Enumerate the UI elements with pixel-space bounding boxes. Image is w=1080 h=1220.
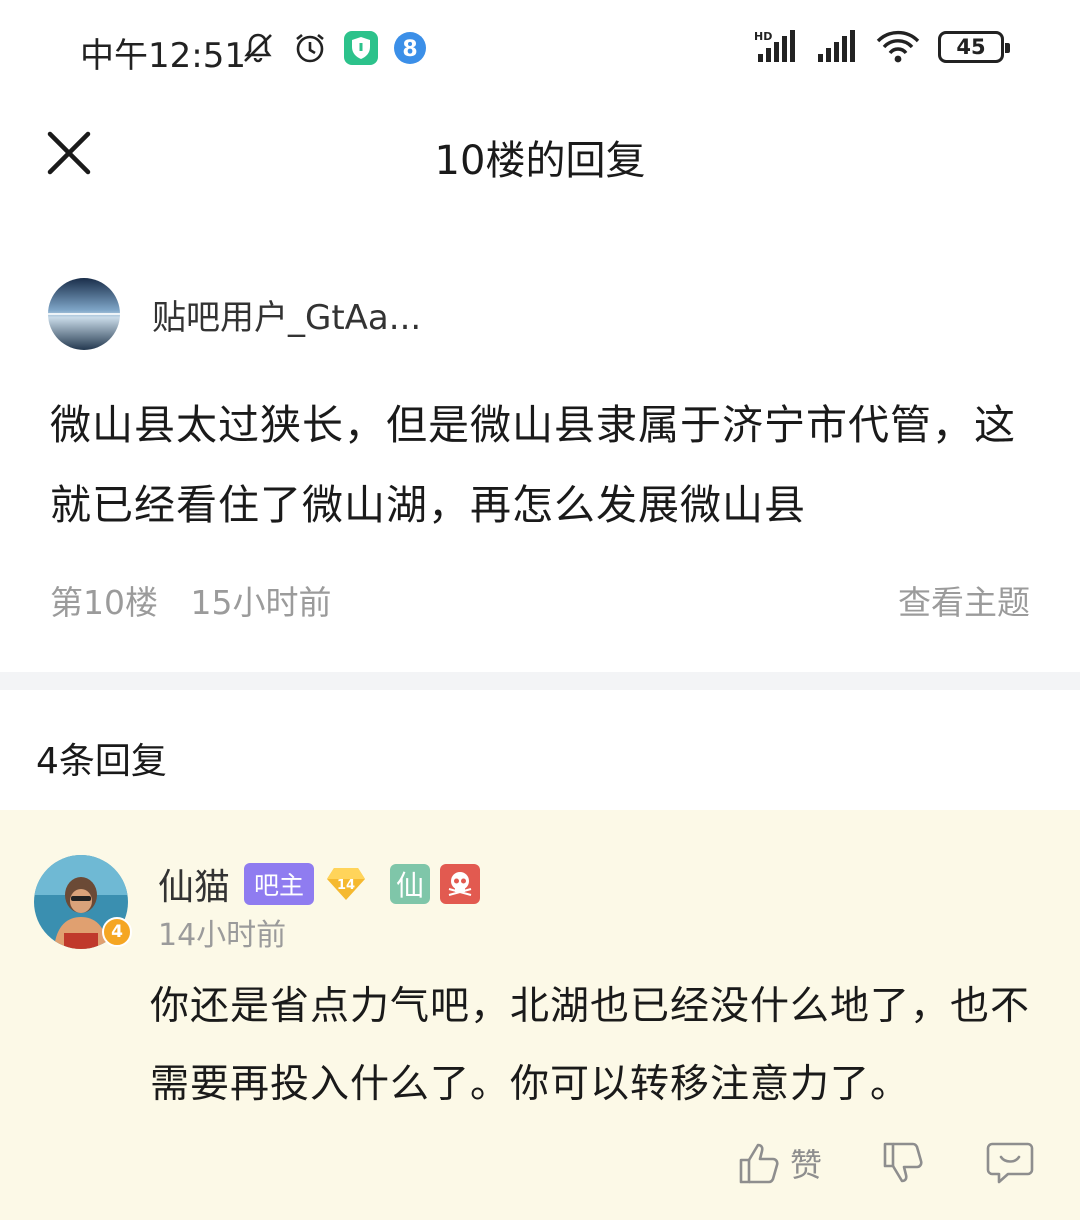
mute-bell-icon — [244, 33, 272, 63]
section-divider — [0, 672, 1080, 690]
header: 10楼的回复 — [0, 100, 1080, 210]
thumbs-up-icon — [739, 1143, 779, 1184]
post-author-name[interactable]: 贴吧用户_GtAa... — [152, 290, 421, 339]
level-diamond-icon: 14 — [327, 868, 366, 900]
wifi-icon — [876, 30, 920, 63]
forum-owner-badge: 吧主 — [244, 863, 315, 905]
status-right-group: HD 45 — [754, 30, 1010, 64]
post-time: 15小时前 — [190, 583, 332, 622]
post-author[interactable]: 贴吧用户_GtAa... — [48, 278, 421, 350]
reply-author-name[interactable]: 仙猫 — [158, 858, 230, 910]
reply-count-heading: 4条回复 — [36, 741, 167, 782]
xian-badge: 仙 — [390, 864, 431, 904]
app-notification-icon: 8 — [394, 32, 426, 64]
floor-label: 第10楼 — [50, 583, 158, 622]
security-shield-icon — [344, 31, 378, 65]
post-meta: 第10楼 15小时前 — [50, 576, 332, 624]
view-topic-link[interactable]: 查看主题 — [898, 576, 1030, 624]
reply-item: 4 仙猫 吧主 14 仙 14小时前 你还是省点力气吧，北湖也已经没什么地了，也… — [0, 810, 1080, 1220]
post-content: 微山县太过狭长，但是微山县隶属于济宁市代管，这就已经看住了微山湖，再怎么发展微山… — [50, 401, 1016, 529]
reply-content: 你还是省点力气吧，北湖也已经没什么地了，也不需要再投入什么了。你可以转移注意力了… — [150, 984, 1031, 1107]
user-level-badge: 4 — [102, 917, 132, 947]
reply-time: 14小时前 — [158, 918, 287, 953]
reply-author-row: 仙猫 吧主 14 仙 — [158, 858, 481, 910]
hd-signal-icon: HD — [754, 30, 795, 62]
status-time: 中午12:51 — [80, 36, 246, 76]
like-button[interactable]: 赞 — [736, 1140, 822, 1186]
svg-text:HD: HD — [754, 30, 772, 43]
avatar[interactable] — [48, 278, 120, 350]
skull-badge-icon — [440, 864, 481, 904]
dislike-icon[interactable] — [880, 1140, 926, 1186]
signal-icon — [818, 30, 855, 62]
svg-text:8: 8 — [402, 37, 417, 62]
reply-avatar-wrap[interactable]: 4 — [34, 855, 132, 949]
alarm-icon — [296, 33, 324, 63]
battery-indicator: 45 — [938, 31, 1010, 63]
svg-text:14: 14 — [337, 878, 355, 893]
reply-actions: 赞 — [0, 1140, 1080, 1200]
status-bar: 中午12:51 8 HD 45 — [0, 0, 1080, 100]
page-title: 10楼的回复 — [434, 138, 646, 184]
like-label: 赞 — [790, 1146, 823, 1184]
comment-icon[interactable] — [986, 1140, 1034, 1186]
